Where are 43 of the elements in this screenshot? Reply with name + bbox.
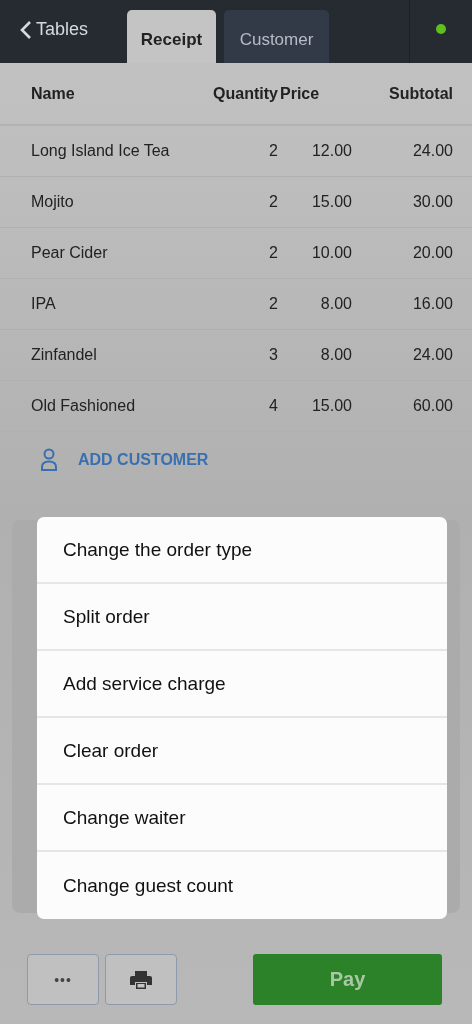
- table-cell-text: Pear Cider: [31, 244, 109, 262]
- table-cell-text: IPA: [31, 295, 57, 313]
- table-cell-text: 24.00: [411, 346, 453, 364]
- tab[interactable]: Receipt: [127, 10, 216, 63]
- table-cell-text: 8.00: [319, 295, 352, 313]
- column-header: Name: [31, 84, 76, 103]
- table-cell-text: 15.00: [310, 397, 352, 415]
- table-cell-text: 2: [268, 142, 278, 160]
- table-cell-text: Long Island Ice Tea: [31, 142, 171, 160]
- table-cell-text: 24.00: [411, 142, 453, 160]
- tab[interactable]: Customer: [224, 10, 329, 63]
- table-cell-text: 2: [268, 295, 278, 313]
- table-cell-text: 4: [268, 397, 278, 415]
- table-cell-text: Zinfandel: [31, 346, 98, 364]
- menu-item[interactable]: Clear order: [37, 718, 447, 785]
- table-cell-text: 12.00: [310, 142, 352, 160]
- menu-item[interactable]: Split order: [37, 584, 447, 651]
- column-header: Price: [279, 84, 321, 103]
- table-cell-text: 2: [268, 193, 278, 211]
- table-cell-text: 2: [268, 244, 278, 262]
- table-cell-text: 10.00: [310, 244, 352, 262]
- table-cell-text: 60.00: [411, 397, 453, 415]
- menu-item[interactable]: Change waiter: [37, 785, 447, 852]
- printer-icon: [130, 970, 152, 989]
- status-dot: [436, 23, 446, 34]
- table-cell-text: 20.00: [411, 244, 453, 262]
- table-cell-text: 8.00: [319, 346, 352, 364]
- back-button[interactable]: Tables: [0, 0, 127, 63]
- column-header: Quantity: [213, 84, 278, 103]
- table-cell-text: Old Fashioned: [31, 397, 137, 415]
- table-cell-text: Mojito: [31, 193, 75, 211]
- table-cell-text: 16.00: [411, 295, 453, 313]
- more-button[interactable]: •••: [27, 954, 99, 1005]
- table-cell-text: 15.00: [310, 193, 352, 211]
- person-icon: [40, 448, 58, 472]
- menu-item[interactable]: Change guest count: [37, 852, 447, 919]
- table-cell-text: 30.00: [411, 193, 453, 211]
- table-cell-text: 3: [268, 346, 278, 364]
- back-chevron-icon: [20, 19, 32, 40]
- menu-item[interactable]: Add service charge: [37, 651, 447, 718]
- print-button[interactable]: [105, 954, 177, 1005]
- menu-item[interactable]: Change the order type: [37, 517, 447, 584]
- column-header: Subtotal: [388, 84, 453, 103]
